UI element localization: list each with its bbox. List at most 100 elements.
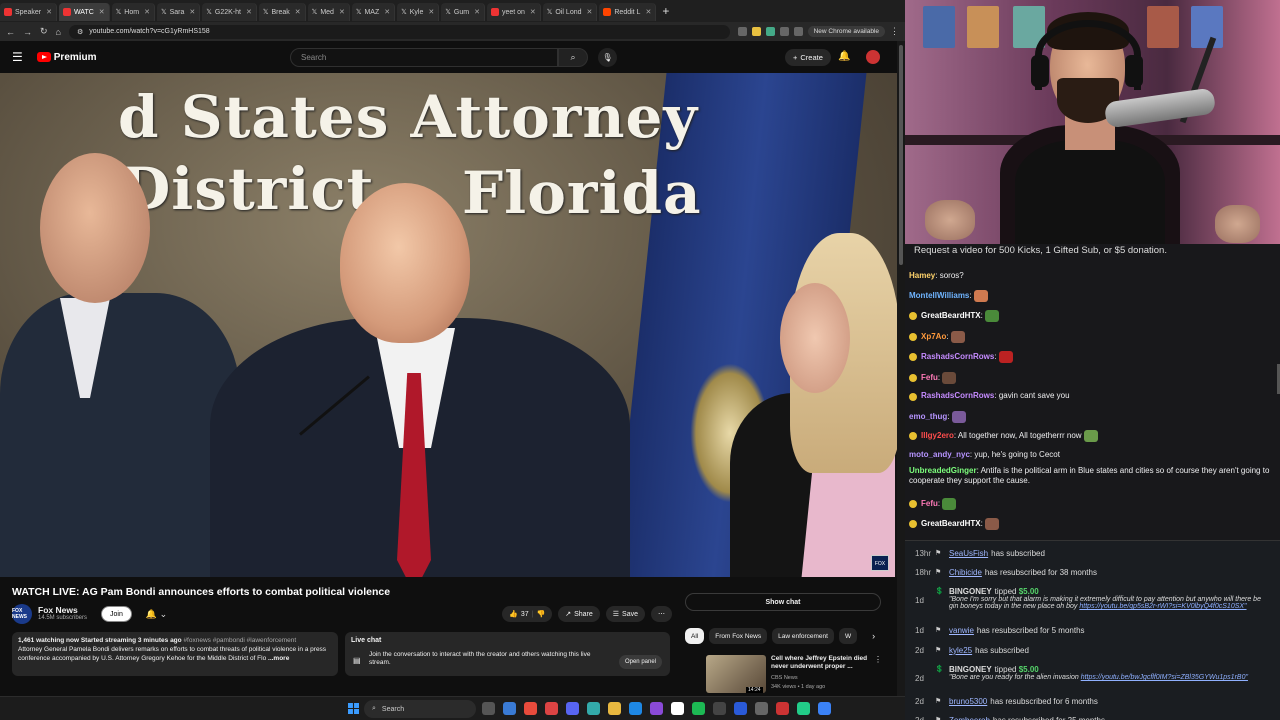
chat-username[interactable]: MontellWilliams <box>909 291 969 300</box>
subscription-bell-icon[interactable]: 🔔 ⌄ <box>146 609 167 620</box>
browser-tab[interactable]: 𝕏 MAZ ✕ <box>351 3 396 21</box>
close-tab-icon[interactable]: ✕ <box>189 8 195 16</box>
new-chrome-available-button[interactable]: New Chrome available <box>807 26 885 37</box>
feed-username[interactable]: BINGONEY <box>949 665 992 674</box>
app-icon[interactable] <box>650 702 663 715</box>
browser-tab[interactable]: yeet on ✕ <box>486 3 541 21</box>
description-more-link[interactable]: ...more <box>268 655 289 662</box>
extension-icon[interactable] <box>751 27 761 36</box>
extension-icon[interactable] <box>737 27 747 36</box>
feed-username[interactable]: bruno5300 <box>949 697 987 706</box>
close-tab-icon[interactable]: ✕ <box>339 8 345 16</box>
chevron-right-icon[interactable]: › <box>872 631 875 641</box>
thumbs-down-icon[interactable]: 👎 <box>536 610 545 618</box>
browser-tab[interactable]: 𝕏 Hom ✕ <box>111 3 155 21</box>
browser-tab[interactable]: Speaker ✕ <box>0 3 57 21</box>
close-tab-icon[interactable]: ✕ <box>587 8 593 16</box>
url-field[interactable]: ⚙ youtube.com/watch?v=cG1yRmHS158 <box>68 24 730 39</box>
browser-tab[interactable]: 𝕏 Med ✕ <box>307 3 350 21</box>
forward-icon[interactable]: → <box>23 27 32 37</box>
browser-tab[interactable]: Reddit L ✕ <box>599 3 657 21</box>
tip-link[interactable]: https://youtu.be/qp5sB2r-rWI?si=KV0lbyQ4… <box>1079 603 1246 610</box>
more-actions-button[interactable]: ⋯ <box>651 606 672 622</box>
create-button[interactable]: + Create <box>785 49 831 66</box>
app-icon[interactable] <box>776 702 789 715</box>
browser-tab[interactable]: 𝕏 Kyle ✕ <box>397 3 440 21</box>
chat-username[interactable]: emo_thug <box>909 412 947 421</box>
user-avatar[interactable] <box>866 50 880 64</box>
close-tab-icon[interactable]: ✕ <box>428 8 434 16</box>
browser-tab[interactable]: 𝕏 Sara ✕ <box>156 3 201 21</box>
browser-tab[interactable]: 𝕏 Gum ✕ <box>441 3 485 21</box>
feed-username[interactable]: BINGONEY <box>949 587 992 596</box>
chat-username[interactable]: Fefu <box>921 499 938 508</box>
spotify-icon[interactable] <box>692 702 705 715</box>
notifications-bell-icon[interactable]: 🔔 <box>838 51 850 62</box>
browser-menu-icon[interactable]: ⋮ <box>890 26 899 37</box>
page-scrollbar[interactable] <box>897 41 905 696</box>
chip-law-enforcement[interactable]: Law enforcement <box>772 628 834 644</box>
chip-w[interactable]: W <box>838 628 858 644</box>
channel-avatar[interactable]: FOX NEWS <box>12 604 32 624</box>
site-info-icon[interactable]: ⚙ <box>77 28 83 36</box>
discord-icon[interactable] <box>566 702 579 715</box>
close-tab-icon[interactable]: ✕ <box>99 8 105 16</box>
back-icon[interactable]: ← <box>6 27 15 37</box>
recommended-channel[interactable]: CBS News <box>771 675 798 681</box>
app-icon[interactable] <box>797 702 810 715</box>
like-button[interactable]: 👍 37 | 👎 <box>502 606 553 622</box>
new-tab-button[interactable]: + <box>662 4 669 18</box>
join-button[interactable]: Join <box>101 606 132 622</box>
chat-username[interactable]: Illgy2ero <box>921 431 954 440</box>
taskbar-search[interactable]: ⌕ Search <box>364 700 476 718</box>
app-icon[interactable] <box>587 702 600 715</box>
tip-link[interactable]: https://youtu.be/bwJgcflf0IM?si=ZBl35GYW… <box>1081 674 1248 681</box>
app-icon[interactable] <box>713 702 726 715</box>
open-panel-button[interactable]: Open panel <box>618 655 662 669</box>
chip-all[interactable]: All <box>685 628 705 644</box>
chat-username[interactable]: Xp7Ao <box>921 332 946 341</box>
app-icon[interactable] <box>671 702 684 715</box>
feed-username[interactable]: SeaUsFish <box>949 549 988 558</box>
chat-username[interactable]: Fefu <box>921 373 938 382</box>
close-tab-icon[interactable]: ✕ <box>295 8 301 16</box>
app-icon[interactable] <box>734 702 747 715</box>
app-icon[interactable] <box>818 702 831 715</box>
close-tab-icon[interactable]: ✕ <box>645 8 651 16</box>
browser-tab[interactable]: 𝕏 Break ✕ <box>258 3 306 21</box>
hashtags[interactable]: #foxnews #pambondi #lawenforcement <box>183 637 296 644</box>
search-input[interactable]: Search <box>290 48 558 67</box>
chat-username[interactable]: GreatBeardHTX <box>921 519 981 528</box>
file-explorer-icon[interactable] <box>608 702 621 715</box>
feed-username[interactable]: vanwie <box>949 626 974 635</box>
app-icon[interactable] <box>503 702 516 715</box>
scrollbar-thumb[interactable] <box>899 45 903 265</box>
recommended-video[interactable]: 14:24 Cell where Jeffrey Epstein died ne… <box>706 653 886 693</box>
video-player[interactable]: d States Attorney District Florida FOX <box>0 73 897 577</box>
channel-name[interactable]: Fox News <box>38 605 87 615</box>
hamburger-menu-icon[interactable]: ☰ <box>12 50 23 64</box>
youtube-logo[interactable]: Premium <box>36 52 97 63</box>
feed-username[interactable]: kyle25 <box>949 646 972 655</box>
close-tab-icon[interactable]: ✕ <box>384 8 390 16</box>
windows-start-icon[interactable] <box>348 703 359 714</box>
voice-search-button[interactable]: 🎙 <box>598 48 617 67</box>
chip-from-fox-news[interactable]: From Fox News <box>709 628 768 644</box>
chat-username[interactable]: Hamey <box>909 271 935 280</box>
chat-username[interactable]: moto_andy_nyc <box>909 450 970 459</box>
close-tab-icon[interactable]: ✕ <box>530 8 536 16</box>
browser-tab-active[interactable]: WATC ✕ <box>58 3 110 21</box>
video-description[interactable]: 1,461 watching now Started streaming 3 m… <box>12 632 338 676</box>
browser-tab[interactable]: 𝕏 G22K-ht ✕ <box>202 3 257 21</box>
recommended-title[interactable]: Cell where Jeffrey Epstein died never un… <box>771 655 876 671</box>
chat-username[interactable]: GreatBeardHTX <box>921 311 981 320</box>
home-icon[interactable]: ⌂ <box>56 27 61 37</box>
save-button[interactable]: ☰ Save <box>605 606 645 622</box>
extensions-puzzle-icon[interactable] <box>793 27 803 36</box>
extension-icon[interactable] <box>765 27 775 36</box>
extension-icon[interactable] <box>779 27 789 36</box>
search-button[interactable]: ⌕ <box>558 48 588 67</box>
app-icon[interactable] <box>545 702 558 715</box>
chat-username[interactable]: RashadsCornRows <box>921 352 994 361</box>
close-tab-icon[interactable]: ✕ <box>46 8 52 16</box>
